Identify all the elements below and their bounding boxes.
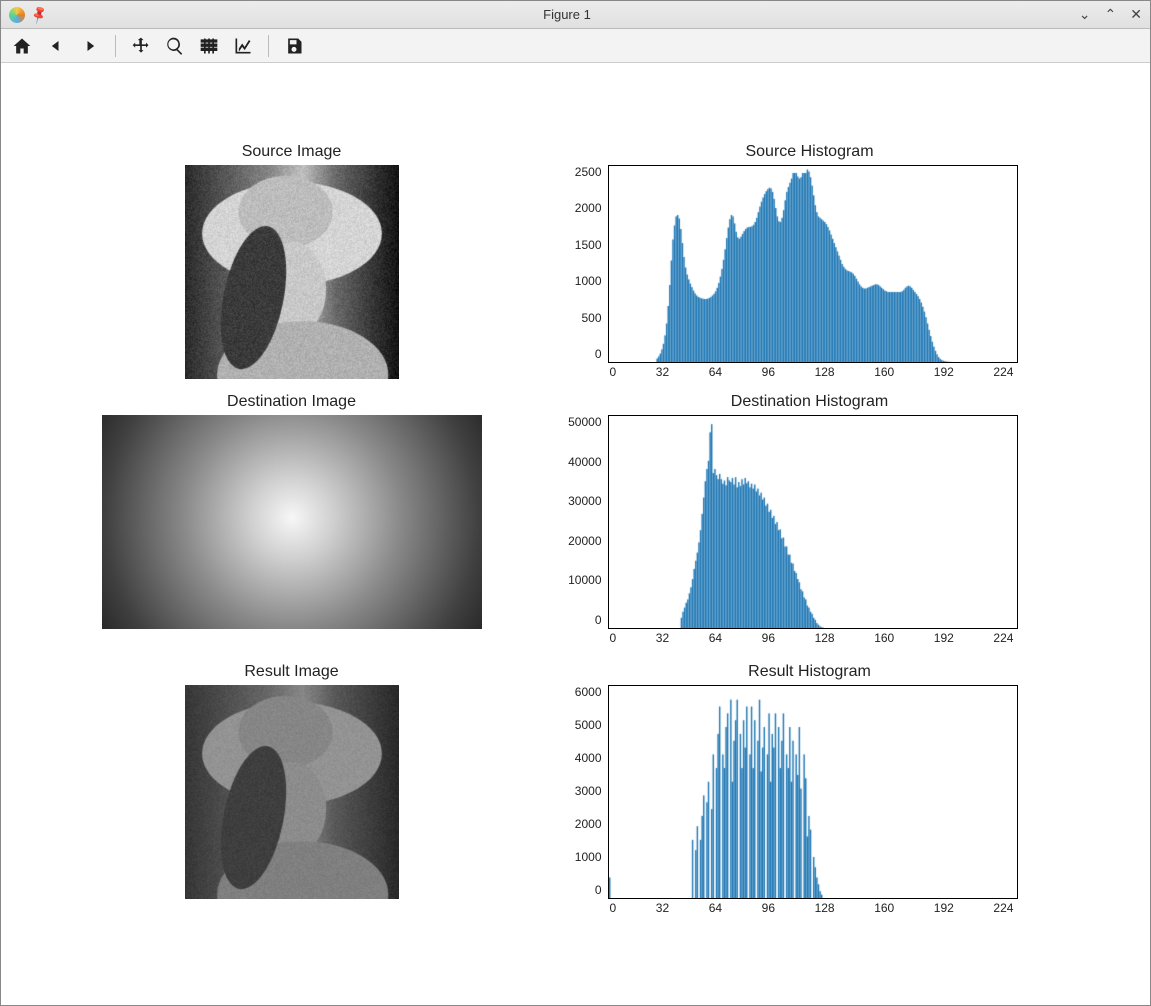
titlebar: 📌 Figure 1 ⌄ ⌃ ✕ [1, 1, 1150, 29]
subplot-title: Destination Image [227, 393, 356, 411]
separator [268, 35, 269, 57]
result-image-panel: Result Image [82, 663, 502, 923]
figure-window: 📌 Figure 1 ⌄ ⌃ ✕ Source Image Source His… [0, 0, 1151, 1006]
destination-image [102, 415, 482, 629]
zoom-button[interactable] [164, 35, 186, 57]
subplot-title: Source Image [242, 143, 342, 161]
forward-button[interactable] [79, 35, 101, 57]
destination-histogram [608, 415, 1018, 629]
x-ticks: 0326496128160192224 [608, 631, 1016, 645]
subplot-title: Result Histogram [748, 663, 871, 681]
axes-button[interactable] [232, 35, 254, 57]
source-hist-panel: Source Histogram 25002000150010005000 03… [550, 143, 1070, 383]
y-ticks: 25002000150010005000 [560, 165, 602, 361]
result-histogram [608, 685, 1018, 899]
result-image [185, 685, 399, 899]
save-button[interactable] [283, 35, 305, 57]
window-controls: ⌄ ⌃ ✕ [1079, 6, 1142, 23]
plot-canvas[interactable]: Source Image Source Histogram 2500200015… [1, 63, 1150, 1005]
source-image [185, 165, 399, 379]
subplots-button[interactable] [198, 35, 220, 57]
x-ticks: 0326496128160192224 [608, 901, 1016, 915]
back-button[interactable] [45, 35, 67, 57]
subplot-title: Destination Histogram [731, 393, 888, 411]
home-button[interactable] [11, 35, 33, 57]
dest-image-panel: Destination Image [82, 393, 502, 653]
x-ticks: 0326496128160192224 [608, 365, 1016, 379]
close-icon[interactable]: ✕ [1130, 6, 1142, 23]
app-icon [9, 7, 25, 23]
pin-icon[interactable]: 📌 [28, 4, 50, 26]
result-hist-panel: Result Histogram 60005000400030002000100… [550, 663, 1070, 923]
y-ticks: 6000500040003000200010000 [560, 685, 602, 897]
window-title: Figure 1 [55, 7, 1079, 22]
y-ticks: 50000400003000020000100000 [560, 415, 602, 627]
mpl-toolbar [1, 29, 1150, 63]
minimize-icon[interactable]: ⌄ [1079, 6, 1091, 23]
subplot-title: Result Image [244, 663, 338, 681]
source-histogram [608, 165, 1018, 363]
separator [115, 35, 116, 57]
source-image-panel: Source Image [82, 143, 502, 383]
maximize-icon[interactable]: ⌃ [1105, 6, 1117, 23]
pan-button[interactable] [130, 35, 152, 57]
subplot-title: Source Histogram [745, 143, 873, 161]
dest-hist-panel: Destination Histogram 500004000030000200… [550, 393, 1070, 653]
